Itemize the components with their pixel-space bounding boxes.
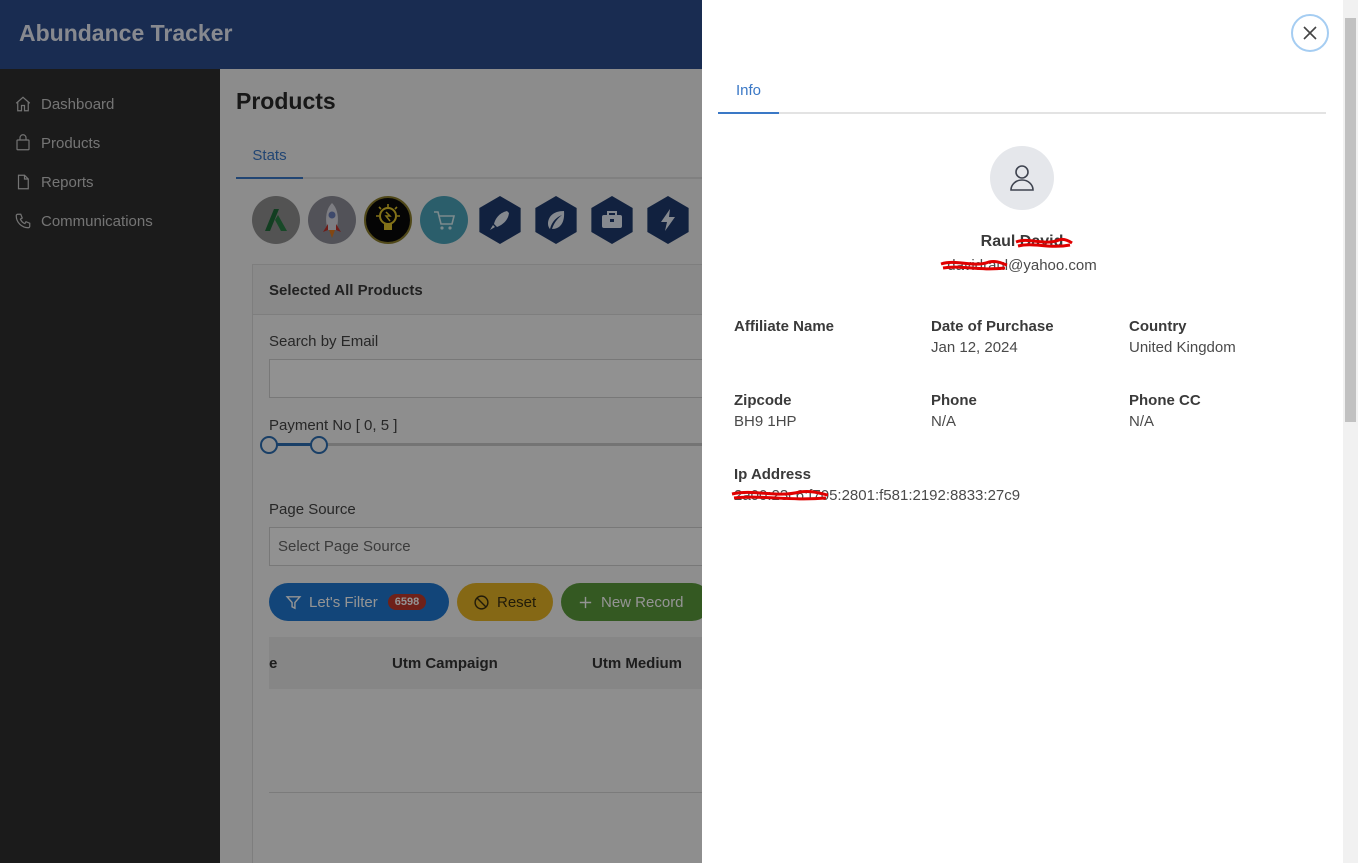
user-email: davidraul@yahoo.com [947, 257, 1097, 274]
scrollbar-thumb[interactable] [1345, 18, 1356, 422]
phone-cc-label: Phone CC [1129, 392, 1201, 409]
phone-value: N/A [931, 413, 957, 430]
avatar [990, 146, 1054, 210]
country-label: Country [1129, 318, 1187, 335]
info-drawer [702, 0, 1358, 863]
phone-label: Phone [931, 392, 977, 409]
country-value: United Kingdom [1129, 339, 1236, 356]
drawer-tabs: Info [718, 68, 1326, 114]
zipcode-value: BH9 1HP [734, 413, 797, 430]
date-of-purchase-label: Date of Purchase [931, 318, 1054, 335]
phone-cc-value: N/A [1129, 413, 1155, 430]
ip-address-label: Ip Address [734, 466, 811, 483]
close-icon [1303, 26, 1317, 40]
tab-info[interactable]: Info [718, 68, 779, 114]
user-name: Raul David [980, 233, 1064, 250]
zipcode-label: Zipcode [734, 392, 792, 409]
close-drawer-button[interactable] [1291, 14, 1329, 52]
affiliate-name-label: Affiliate Name [734, 318, 835, 335]
date-of-purchase-value: Jan 12, 2024 [931, 339, 1018, 356]
user-icon [1010, 165, 1034, 191]
ip-address-value: 2a00:23c6:f705:2801:f581:2192:8833:27c9 [734, 487, 1021, 504]
modal-backdrop[interactable] [0, 0, 702, 863]
